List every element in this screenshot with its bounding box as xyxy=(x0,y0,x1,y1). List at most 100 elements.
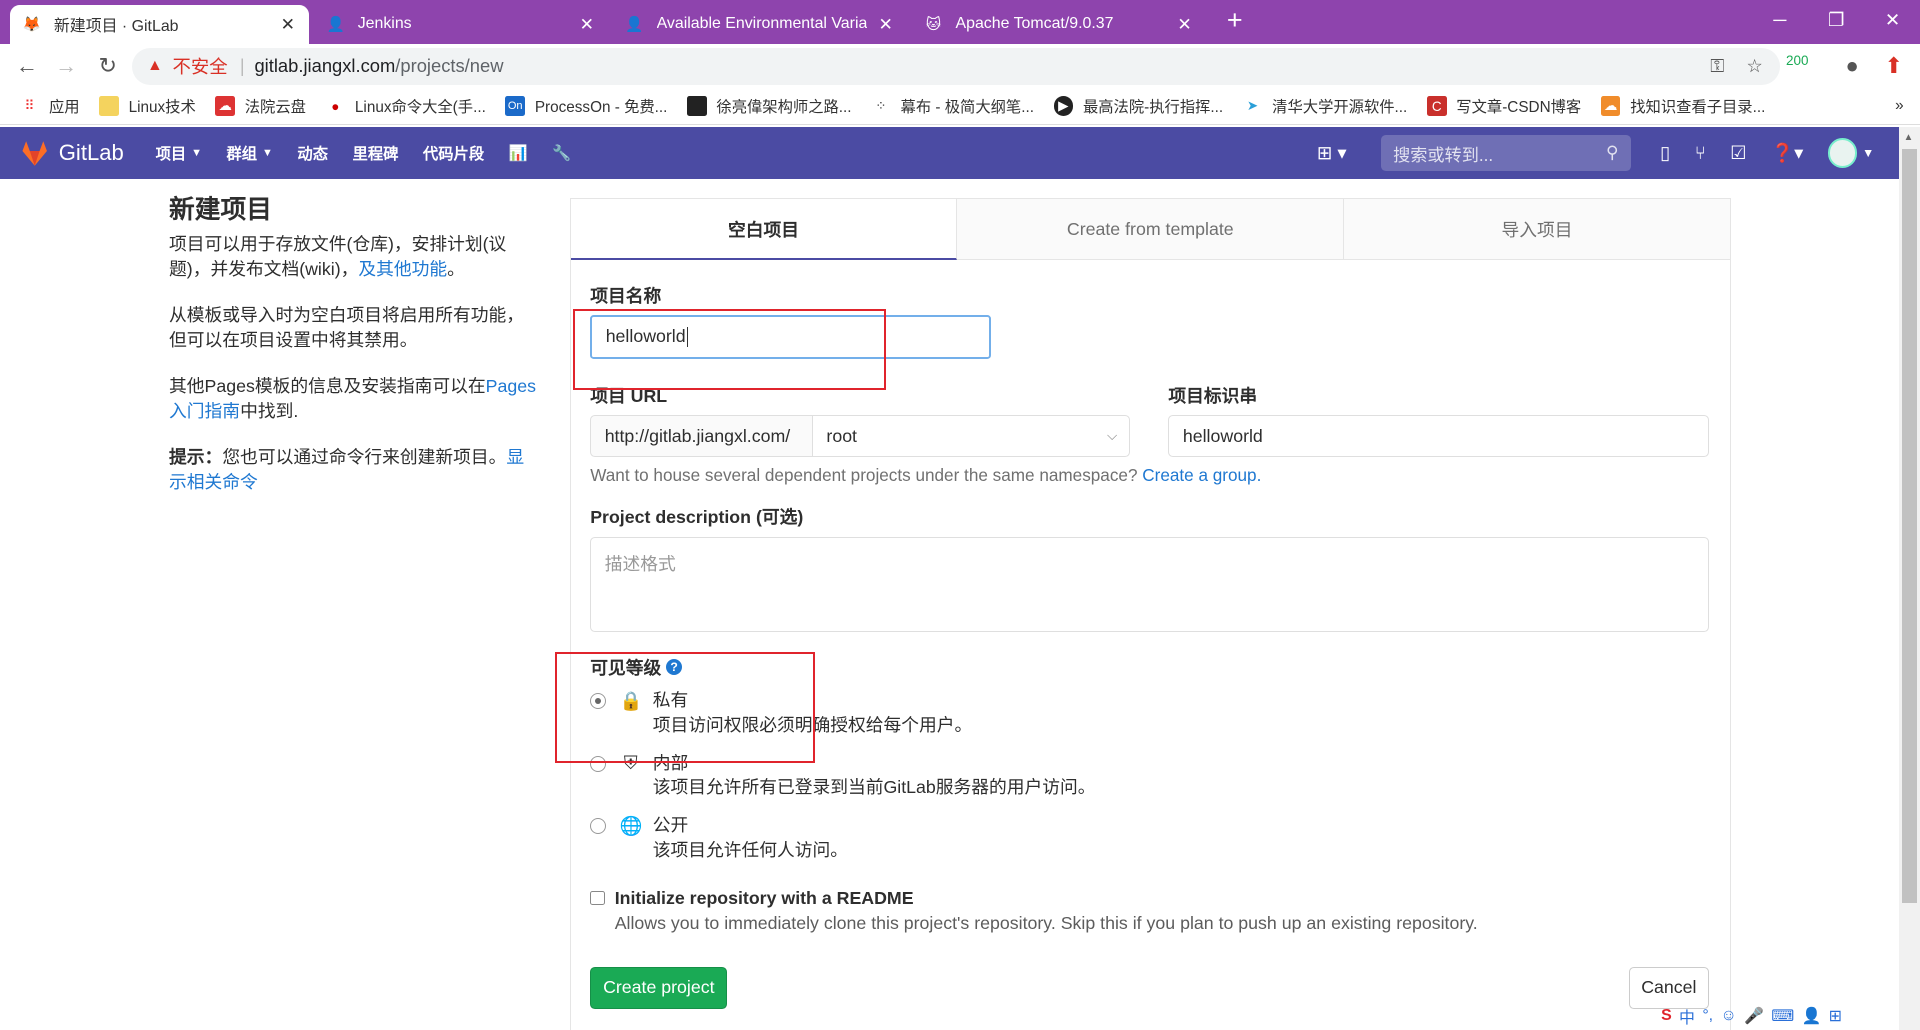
group-hint: Want to house several dependent projects… xyxy=(590,465,1262,486)
redhat-icon: ● xyxy=(331,98,340,114)
tab-blank-project[interactable]: 空白项目 xyxy=(570,199,958,260)
emoji-icon[interactable]: ☺ xyxy=(1720,1007,1736,1025)
plus-square-icon[interactable]: ⊞ ▾ xyxy=(1317,142,1347,164)
close-icon[interactable]: ✕ xyxy=(1176,14,1193,35)
bookmark-linux-cmd[interactable]: ● Linux命令大全(手... xyxy=(326,95,486,117)
tab-create-from-template[interactable]: Create from template xyxy=(957,199,1345,260)
grid-icon[interactable]: ⊞ xyxy=(1829,1006,1842,1026)
intro-column: 新建项目 项目可以用于存放文件(仓库)，安排计划(议题)，并发布文档(wiki)… xyxy=(169,198,537,515)
bookmark-mubu[interactable]: ⁘ 幕布 - 极简大纲笔... xyxy=(871,95,1034,117)
maximize-button[interactable]: ❐ xyxy=(1808,0,1864,39)
visibility-option-public[interactable]: 🌐 公开 该项目允许任何人访问。 xyxy=(590,813,848,862)
create-group-link[interactable]: Create a group. xyxy=(1142,465,1261,485)
csdn-icon: C xyxy=(1426,96,1447,116)
tab-import-project[interactable]: 导入项目 xyxy=(1344,199,1730,260)
bookmark-zhaozhishi[interactable]: ☁ 找知识查看子目录... xyxy=(1600,95,1765,117)
browser-tabstrip: 🦊 新建项目 · GitLab ✕ 👤 Jenkins ✕ 👤 Availabl… xyxy=(0,0,1920,45)
minimize-button[interactable]: ─ xyxy=(1752,0,1808,39)
browser-tab-gitlab[interactable]: 🦊 新建项目 · GitLab ✕ xyxy=(9,4,309,45)
jenkins-icon: 👤 xyxy=(625,17,644,34)
menu-snippets[interactable]: 代码片段 xyxy=(423,142,484,164)
browser-tab-tomcat[interactable]: 🐱 Apache Tomcat/9.0.37 ✕ xyxy=(911,5,1205,44)
close-icon[interactable]: ✕ xyxy=(279,14,296,35)
wrench-icon[interactable]: 🔧 xyxy=(552,142,571,164)
sogou-icon[interactable]: S xyxy=(1661,1007,1672,1025)
search-input[interactable]: 搜索或转到... ⚲ xyxy=(1380,134,1631,172)
menu-groups[interactable]: 群组 ▼ xyxy=(227,142,273,164)
punctuation-icon[interactable]: °, xyxy=(1702,1007,1713,1025)
back-icon[interactable]: ← xyxy=(12,51,41,80)
user-icon[interactable]: 👤 xyxy=(1802,1006,1822,1026)
menu-milestones[interactable]: 里程碑 xyxy=(353,142,399,164)
menu-activity[interactable]: 动态 xyxy=(297,142,328,164)
close-window-button[interactable]: ✕ xyxy=(1864,0,1920,39)
merge-request-icon[interactable]: ⑂ xyxy=(1695,142,1706,164)
gitlab-logo[interactable]: GitLab xyxy=(20,140,124,167)
forward-icon[interactable]: → xyxy=(51,51,80,80)
todo-icon[interactable]: ☑ xyxy=(1730,142,1746,164)
bookmark-processon[interactable]: On ProcessOn - 免费... xyxy=(505,95,667,117)
menu-projects[interactable]: 项目 ▼ xyxy=(156,142,202,164)
namespace-select[interactable]: root ⌵ xyxy=(811,415,1131,457)
page-scrollbar[interactable]: ▲ xyxy=(1898,127,1920,1030)
annotation-box xyxy=(554,651,815,764)
tomcat-icon: 🐱 xyxy=(925,16,942,33)
bookmark-court-cloud[interactable]: ☁ 法院云盘 xyxy=(215,95,306,117)
description-label: Project description (可选) xyxy=(590,507,804,528)
ime-toolbar: S 中 °, ☺ 🎤 ⌨ 👤 ⊞ xyxy=(1661,1002,1842,1030)
intro-tip: 提示：您也可以通过命令行来创建新项目。显示相关命令 xyxy=(169,446,525,493)
extension-badge[interactable]: 200 xyxy=(1786,53,1808,68)
processon-icon: On xyxy=(505,96,526,116)
description-textarea[interactable]: 描述格式 xyxy=(590,536,1709,633)
mic-icon[interactable]: 🎤 xyxy=(1744,1006,1764,1026)
readme-option[interactable]: Initialize repository with a README Allo… xyxy=(590,886,1478,937)
tab-title: Jenkins xyxy=(357,15,412,33)
scrollbar-thumb[interactable] xyxy=(1902,149,1918,903)
browser-tab-env-vars[interactable]: 👤 Available Environmental Variab ✕ xyxy=(613,5,907,44)
gitlab-logo-text: GitLab xyxy=(58,140,124,166)
avatar[interactable] xyxy=(1827,138,1858,168)
url-prefix: http://gitlab.jiangxl.com/ xyxy=(590,415,814,457)
bookmarks-overflow[interactable]: » xyxy=(1895,97,1904,115)
more-features-link[interactable]: 及其他功能 xyxy=(358,259,447,279)
intro-paragraph: 其他Pages模板的信息及安装指南可以在Pages入门指南中找到. xyxy=(169,375,536,422)
profile-icon[interactable]: ● xyxy=(1838,51,1867,80)
browser-toolbar: ← → ↻ ▲ 不安全 | gitlab.jiangxl.com/project… xyxy=(0,44,1920,89)
close-icon[interactable]: ✕ xyxy=(877,14,894,35)
bookmark-apps[interactable]: ⠿ 应用 xyxy=(20,95,79,117)
project-tabs: 空白项目 Create from template 导入项目 xyxy=(570,198,1730,260)
bookmark-court[interactable]: ▶ 最高法院-执行指挥... xyxy=(1053,95,1223,117)
keyboard-icon[interactable]: ⌨ xyxy=(1771,1006,1794,1026)
close-icon[interactable]: ✕ xyxy=(578,14,595,35)
reload-icon[interactable]: ↻ xyxy=(93,51,122,80)
star-icon[interactable]: ☆ xyxy=(1746,55,1762,77)
key-icon[interactable]: ⚿ xyxy=(1710,55,1724,77)
create-project-button[interactable]: Create project xyxy=(590,966,728,1010)
chevron-down-icon[interactable]: ▼ xyxy=(1862,146,1874,160)
omnibox-actions: ⚿ ☆ xyxy=(1710,55,1763,77)
gitlab-navbar: GitLab 项目 ▼ 群组 ▼ 动态 里程碑 代码片段 📊 🔧 ⊞ ▾ 搜索或转到… xyxy=(0,127,1899,179)
bookmark-csdn[interactable]: C 写文章-CSDN博客 xyxy=(1426,95,1581,117)
browser-tab-jenkins[interactable]: 👤 Jenkins ✕ xyxy=(314,5,608,44)
bookmark-tsinghua[interactable]: ➤ 清华大学开源软件... xyxy=(1243,95,1407,117)
folder-icon xyxy=(99,96,119,116)
readme-desc: Allows you to immediately clone this pro… xyxy=(614,913,1478,934)
issues-icon[interactable]: ▯ xyxy=(1660,142,1670,164)
page-title: 新建项目 xyxy=(169,196,272,225)
help-icon[interactable]: ❓▾ xyxy=(1771,142,1803,164)
update-icon[interactable]: ⬆ xyxy=(1879,51,1908,80)
cloud-icon: ☁ xyxy=(215,96,235,116)
radio-public[interactable] xyxy=(590,818,607,835)
bookmark-linux[interactable]: Linux技术 xyxy=(99,95,196,117)
scroll-up-icon[interactable]: ▲ xyxy=(1904,132,1914,143)
project-slug-input[interactable]: helloworld xyxy=(1168,415,1709,457)
warning-icon: ▲ xyxy=(146,57,163,75)
bookmark-architect[interactable]: 徐亮偉架构师之路... xyxy=(687,95,852,117)
new-tab-button[interactable]: + xyxy=(1220,7,1249,36)
readme-label: Initialize repository with a README xyxy=(614,887,914,908)
ime-mode[interactable]: 中 xyxy=(1679,1005,1695,1028)
readme-checkbox[interactable] xyxy=(590,890,605,906)
chart-icon[interactable]: 📊 xyxy=(509,142,528,164)
address-bar[interactable]: ▲ 不安全 | gitlab.jiangxl.com/projects/new … xyxy=(132,47,1780,85)
globe-icon: 🌐 xyxy=(619,814,643,836)
